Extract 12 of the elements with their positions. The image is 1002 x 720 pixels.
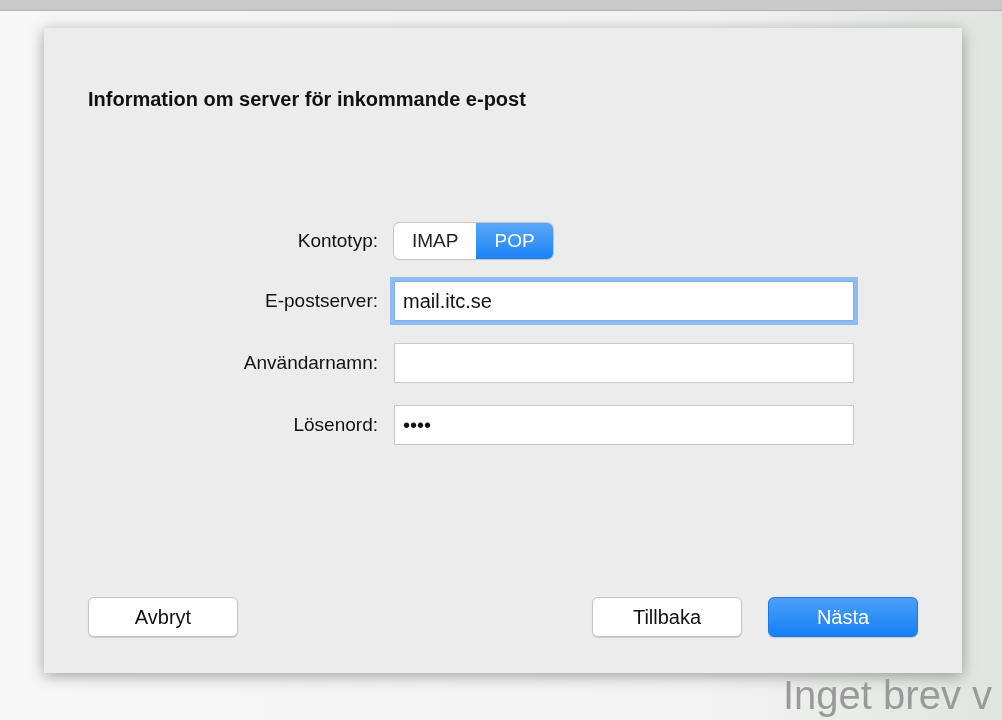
segment-button[interactable]: IMAP: [394, 223, 477, 259]
cancel-button[interactable]: Avbryt: [88, 597, 238, 637]
field-label: Kontotyp:: [296, 230, 378, 252]
dialog-title: Information om server för inkommande e-post: [88, 88, 527, 111]
back-button[interactable]: Tillbaka: [592, 597, 742, 637]
input-field[interactable]: mail.itc.se: [394, 281, 854, 321]
empty-message: Inget brev v: [783, 673, 992, 717]
field-label: E-postserver:: [264, 290, 378, 312]
input-field[interactable]: [394, 343, 854, 383]
input-field[interactable]: ••••: [394, 405, 854, 445]
field-label: Användarnamn:: [242, 352, 378, 374]
field-label: Lösenord:: [292, 414, 378, 436]
